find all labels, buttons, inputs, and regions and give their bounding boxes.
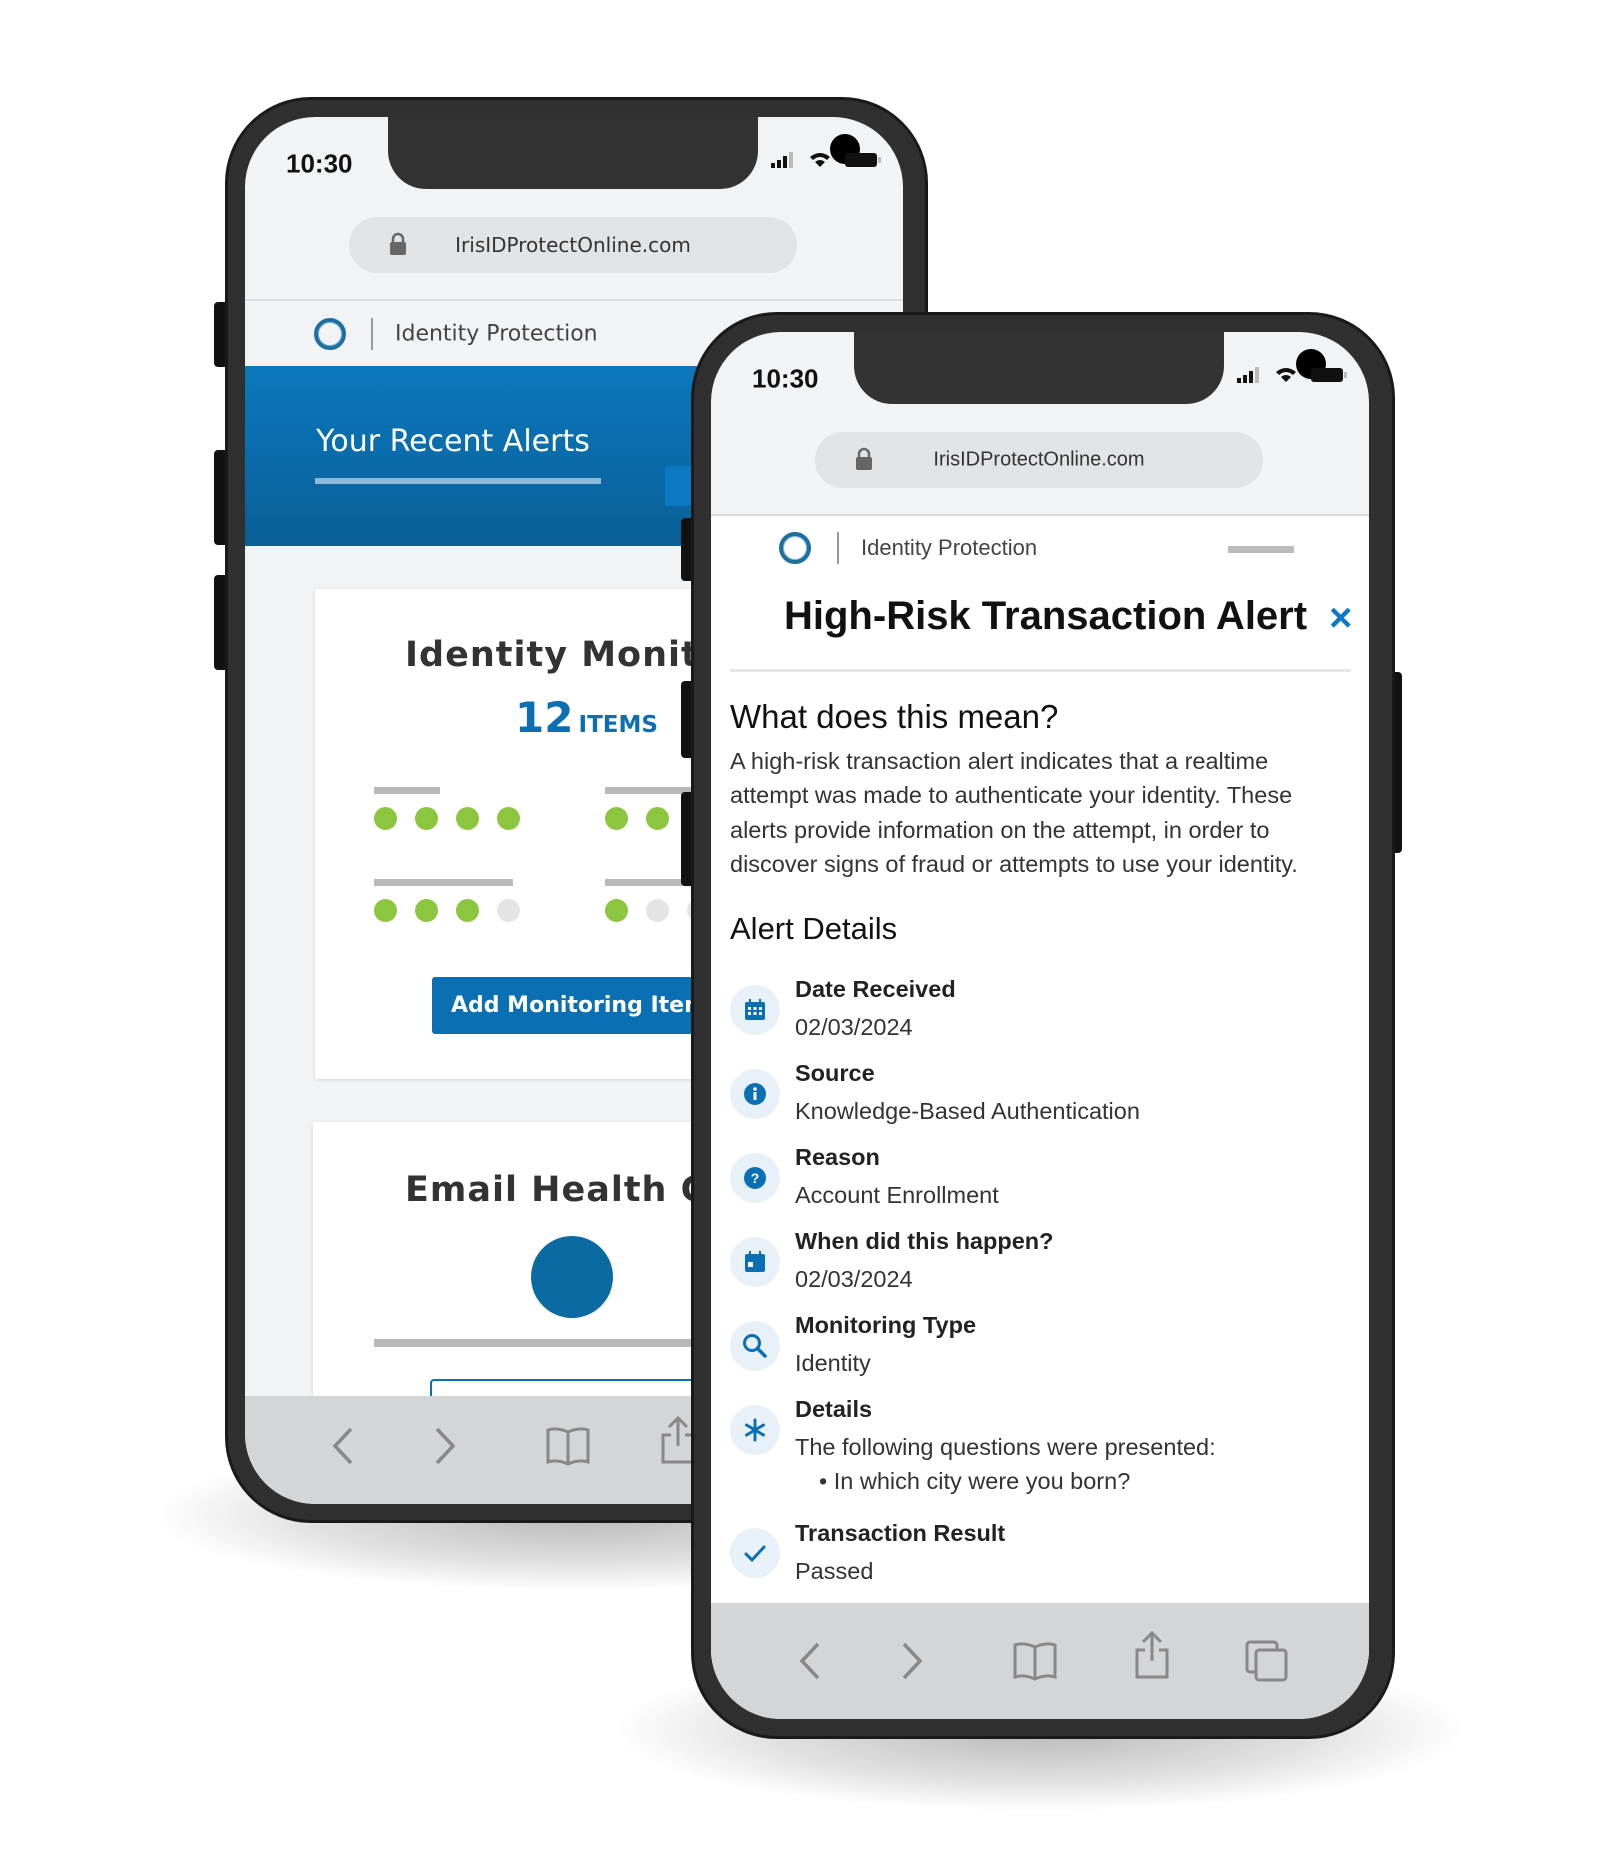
status-icons [771,151,881,169]
calendar-grid-icon [730,985,780,1035]
wifi-icon [810,153,830,167]
items-count: 12 ITEMS [515,693,658,742]
status-dot-active [456,899,479,922]
notch [854,332,1326,404]
logo-icon [779,532,811,564]
wifi-icon [1276,368,1296,382]
battery-icon [1311,368,1347,382]
bookmarks-icon[interactable] [1012,1641,1058,1681]
url-text: IrisIDProtectOnline.com [933,448,1145,471]
divider [711,514,1369,516]
detail-label: When did this happen? [795,1228,1054,1254]
signal-icon [1237,367,1259,383]
search-icon [730,1321,780,1371]
detail-bullet: • In which city were you born? [819,1468,1131,1494]
status-dot-active [497,807,520,830]
status-dot-active [605,899,628,922]
status-time: 10:30 [286,148,353,179]
calendar-icon [730,1237,780,1287]
header-title: Identity Protection [395,321,598,347]
banner-title[interactable]: Your Recent Alerts [316,424,590,459]
detail-details: Details The following questions were pre… [711,1390,1369,1514]
detail-label: Transaction Result [795,1520,1006,1546]
status-dot-inactive [497,899,520,922]
detail-transaction-result: Transaction Result Passed [711,1514,1369,1598]
url-bar[interactable]: IrisIDProtectOnline.com [815,432,1263,488]
detail-monitoring-type: Monitoring Type Identity [711,1306,1369,1390]
title-divider [730,669,1351,672]
status-dot-active [374,807,397,830]
bookmarks-icon[interactable] [545,1426,591,1466]
battery-icon [845,153,881,167]
detail-value: Identity [795,1350,871,1376]
banner-underline [315,478,601,484]
asterisk-icon [730,1405,780,1455]
detail-label: Monitoring Type [795,1312,977,1338]
tabs-icon[interactable] [1245,1640,1289,1682]
browser-toolbar [711,1603,1369,1719]
meaning-heading: What does this mean? [730,698,1059,735]
status-dot-active [415,899,438,922]
back-icon[interactable] [798,1641,822,1681]
check-icon [730,1528,780,1578]
status-time: 10:30 [752,363,819,394]
forward-icon[interactable] [900,1641,924,1681]
url-bar[interactable]: IrisIDProtectOnline.com [349,217,797,273]
close-button[interactable]: × [1329,594,1352,642]
url-text: IrisIDProtectOnline.com [455,233,691,257]
details-heading: Alert Details [730,911,898,946]
forward-icon[interactable] [433,1426,457,1466]
detail-value: 02/03/2024 [795,1014,913,1040]
detail-value: The following questions were presented: [795,1434,1216,1460]
alert-details-list: Date Received 02/03/2024 Source Knowledg… [711,970,1369,1598]
detail-value: Passed [795,1558,874,1584]
front-phone: 10:30 IrisIDProtectOnline.com Identity P… [691,312,1395,1739]
alert-title: High-Risk Transaction Alert [784,594,1308,638]
detail-date-received: Date Received 02/03/2024 [711,970,1369,1054]
detail-value: Knowledge-Based Authentication [795,1098,1140,1124]
divider [245,299,903,301]
status-icons [1237,366,1347,384]
status-dot-active [605,807,628,830]
status-dot-active [646,807,669,830]
signal-icon [771,152,793,168]
detail-when: When did this happen? 02/03/2024 [711,1222,1369,1306]
detail-source: Source Knowledge-Based Authentication [711,1054,1369,1138]
status-dot-active [374,899,397,922]
header-divider [837,532,839,564]
logo-icon [314,318,346,350]
count-number: 12 [515,693,574,742]
detail-reason: ? Reason Account Enrollment [711,1138,1369,1222]
info-icon [730,1069,780,1119]
group-label-bar [374,787,440,794]
detail-label: Source [795,1060,875,1086]
status-dot-active [415,807,438,830]
back-icon[interactable] [331,1426,355,1466]
detail-label: Reason [795,1144,880,1170]
status-dot-inactive [646,899,669,922]
share-icon[interactable] [1134,1630,1170,1680]
detail-value: Account Enrollment [795,1182,999,1208]
email-status-circle [531,1236,613,1318]
status-dot-active [456,807,479,830]
group-label-bar [374,879,513,886]
front-phone-screen: 10:30 IrisIDProtectOnline.com Identity P… [711,332,1369,1719]
svg-text:?: ? [751,1170,760,1186]
bullet-text: In which city were you born? [833,1468,1131,1494]
notch [388,117,860,189]
header-title: Identity Protection [861,535,1038,560]
question-icon: ? [730,1153,780,1203]
detail-label: Details [795,1396,873,1422]
count-unit: ITEMS [578,712,658,738]
meaning-text: A high-risk transaction alert indicates … [730,748,1298,878]
detail-value: 02/03/2024 [795,1266,913,1292]
detail-label: Date Received [795,976,956,1002]
menu-handle[interactable] [1228,546,1294,553]
header-divider [371,318,373,350]
